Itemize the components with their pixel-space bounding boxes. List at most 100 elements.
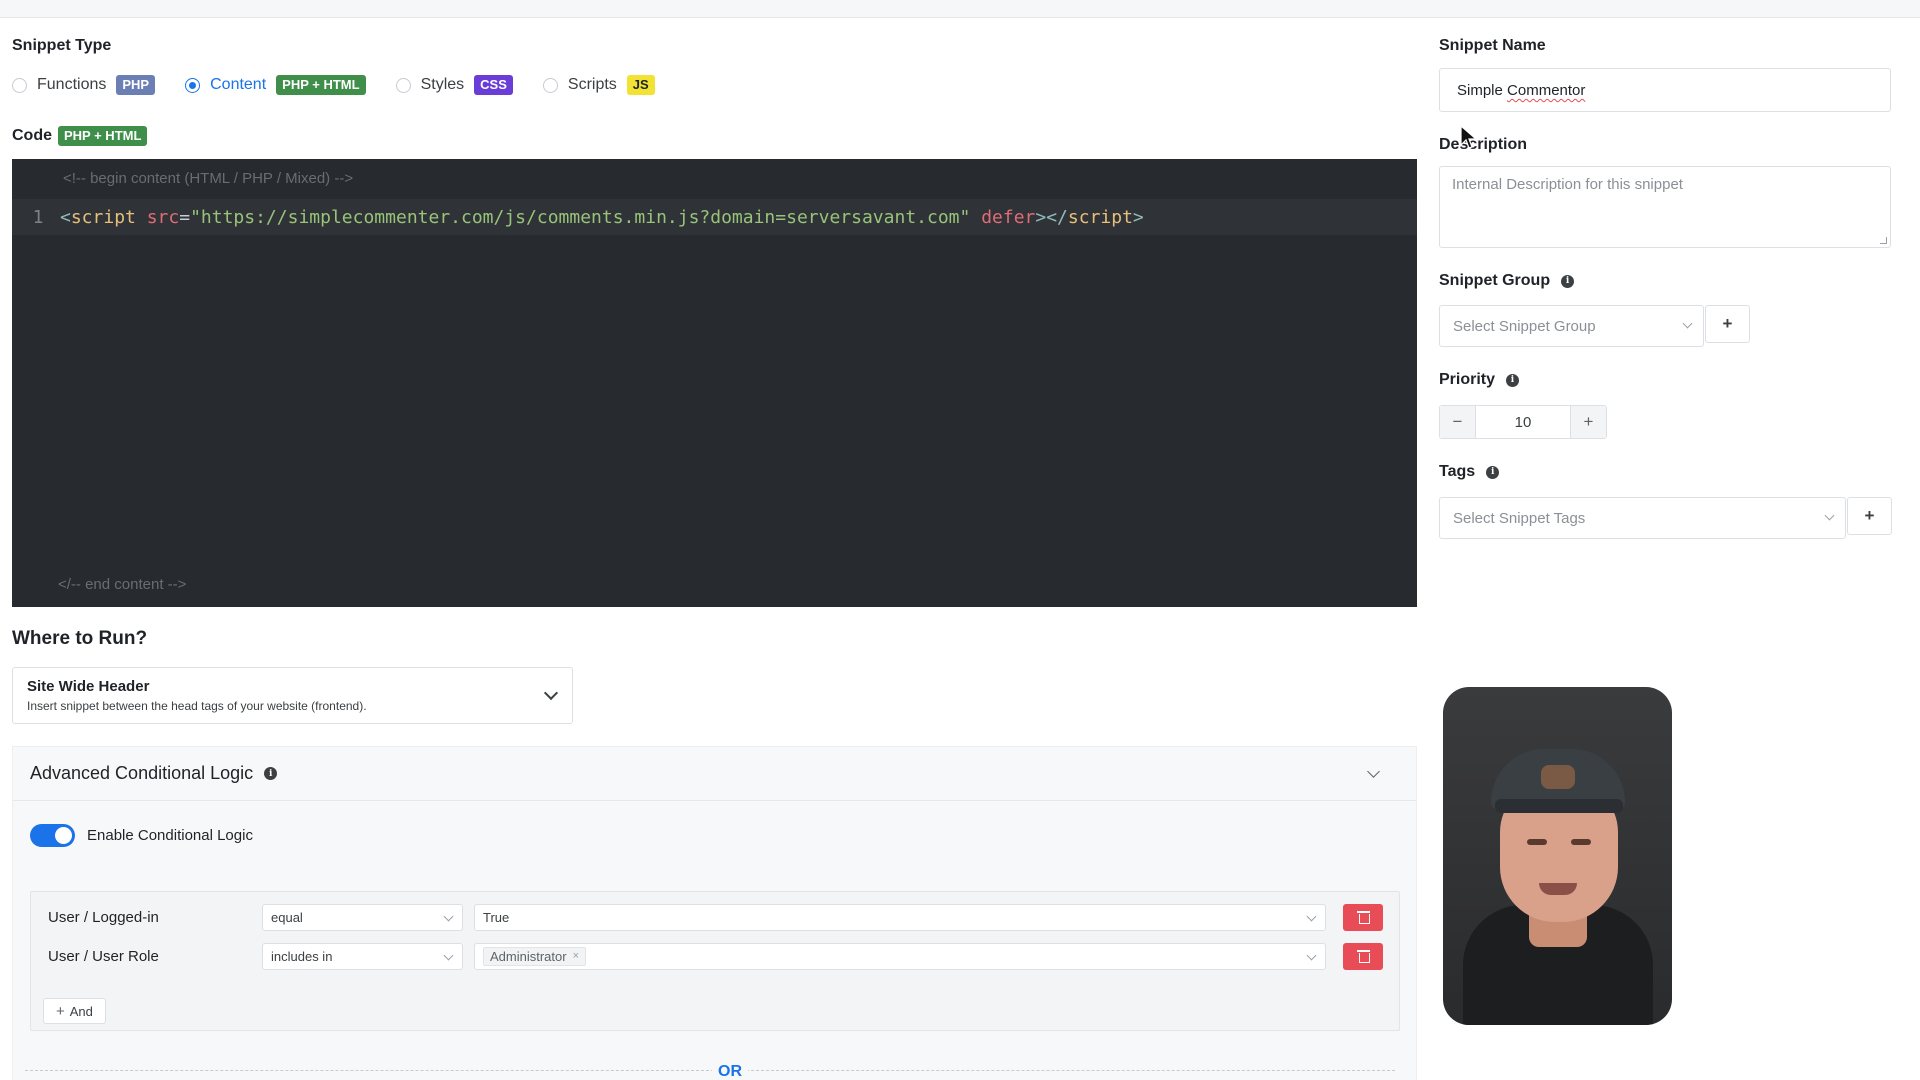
code-line: < script src="https://simplecommenter.com… xyxy=(60,207,1144,228)
tags-label: Tags i xyxy=(1439,463,1500,481)
snippet-name-label-text: Snippet Name xyxy=(1439,37,1546,54)
snippet-type-styles[interactable]: Styles CSS xyxy=(395,75,513,95)
presenter-eye xyxy=(1527,839,1547,845)
snippet-type-scripts[interactable]: Scripts JS xyxy=(542,75,655,95)
chevron-down-icon xyxy=(443,911,454,921)
role-chip-label: Administrator xyxy=(490,948,567,964)
editor-line-1[interactable]: 1 < script src="https://simplecommenter.c… xyxy=(12,199,1417,235)
tags-placeholder: Select Snippet Tags xyxy=(1453,510,1586,527)
rule-operator-select[interactable]: equal xyxy=(262,903,463,931)
delete-rule-button[interactable] xyxy=(1343,942,1383,970)
chevron-down-icon xyxy=(1306,950,1317,960)
chevron-down-icon[interactable] xyxy=(1367,765,1380,778)
trash-icon xyxy=(1356,911,1370,924)
snippet-name-input[interactable]: Simple Commentor xyxy=(1439,68,1891,112)
token-attr-defer: defer xyxy=(981,206,1036,228)
chevron-down-icon xyxy=(1824,510,1835,521)
chevron-down-icon xyxy=(1306,911,1317,921)
radio-functions[interactable] xyxy=(12,77,27,93)
snippet-type-options: Functions PHP Content PHP + HTML Styles … xyxy=(12,74,685,96)
snippet-group-select[interactable]: Select Snippet Group xyxy=(1439,305,1704,347)
presenter-mouth xyxy=(1539,883,1577,895)
cap-patch xyxy=(1541,765,1575,789)
rule-field: User / Logged-in xyxy=(48,908,159,926)
rule-value-select[interactable]: Administrator × xyxy=(474,942,1326,970)
rule-field: User / User Role xyxy=(48,947,159,965)
cursor-arrow-icon xyxy=(1460,124,1478,149)
snippet-name-value-second: Commentor xyxy=(1507,82,1586,99)
radio-styles[interactable] xyxy=(395,77,411,93)
snippet-type-label: Snippet Type xyxy=(12,37,112,54)
radio-label-content: Content xyxy=(210,76,267,93)
snippet-type-content[interactable]: Content PHP + HTML xyxy=(185,75,366,95)
conditional-logic-toggle[interactable] xyxy=(30,824,75,847)
resize-grip-icon[interactable] xyxy=(1880,237,1887,244)
code-badge: PHP + HTML xyxy=(58,126,148,146)
snippet-group-label: Snippet Group i xyxy=(1439,272,1575,290)
token-eq: = xyxy=(179,206,191,228)
plus-icon: + xyxy=(56,1002,65,1020)
token-src-value: "https://simplecommenter.com/js/comments… xyxy=(190,206,971,228)
chevron-down-icon xyxy=(443,950,454,960)
description-placeholder: Internal Description for this snippet xyxy=(1452,176,1683,193)
rules-group: User / Logged-in equal True User / User … xyxy=(30,891,1400,1031)
priority-label-text: Priority xyxy=(1439,371,1496,388)
advanced-logic-title: Advanced Conditional Logic xyxy=(30,763,254,783)
badge-php: PHP xyxy=(116,75,156,95)
code-editor[interactable]: <!-- begin content (HTML / PHP / Mixed) … xyxy=(12,159,1417,607)
description-label: Description xyxy=(1439,136,1527,154)
snippet-group-label-text: Snippet Group xyxy=(1439,272,1551,289)
token-close-tag: script xyxy=(1067,206,1133,228)
info-icon[interactable]: i xyxy=(264,767,278,780)
priority-value[interactable]: 10 xyxy=(1476,406,1570,438)
description-textarea[interactable]: Internal Description for this snippet xyxy=(1439,166,1891,248)
delete-rule-button[interactable] xyxy=(1343,903,1383,931)
and-label: And xyxy=(69,1003,93,1019)
line-number: 1 xyxy=(32,206,44,228)
or-label: OR xyxy=(712,1063,748,1080)
tags-select[interactable]: Select Snippet Tags xyxy=(1439,497,1846,539)
token-close-open: ></ xyxy=(1035,206,1068,228)
where-to-run-title: Where to Run? xyxy=(12,628,148,649)
token-open: < xyxy=(60,206,71,228)
add-snippet-group-button[interactable]: + xyxy=(1705,305,1750,343)
radio-content[interactable] xyxy=(185,77,201,93)
snippet-name-value-first: Simple xyxy=(1457,82,1503,99)
token-attr-src: src xyxy=(146,206,180,228)
rule-value-select[interactable]: True xyxy=(474,903,1326,931)
role-chip: Administrator × xyxy=(483,946,587,966)
info-icon[interactable]: i xyxy=(1486,465,1500,479)
badge-css: CSS xyxy=(474,75,513,95)
snippet-group-placeholder: Select Snippet Group xyxy=(1453,318,1596,335)
badge-js: JS xyxy=(626,75,655,95)
radio-label-scripts: Scripts xyxy=(567,76,617,93)
location-selected-desc: Insert snippet between the head tags of … xyxy=(27,699,367,713)
rule-row: User / User Role includes in Administrat… xyxy=(31,942,1399,970)
snippet-type-functions[interactable]: Functions PHP xyxy=(12,75,156,95)
close-icon[interactable]: × xyxy=(573,950,579,962)
priority-label: Priority i xyxy=(1439,371,1520,389)
info-icon[interactable]: i xyxy=(1561,274,1575,288)
chevron-down-icon xyxy=(1682,318,1693,329)
webcam-overlay xyxy=(1443,687,1672,1025)
trash-icon xyxy=(1356,950,1370,963)
editor-end-comment: </-- end content --> xyxy=(58,576,187,593)
add-tag-button[interactable]: + xyxy=(1847,497,1892,535)
rule-operator-value: includes in xyxy=(271,948,333,964)
toggle-label: Enable Conditional Logic xyxy=(87,827,253,844)
rule-operator-value: equal xyxy=(271,909,303,925)
advanced-logic-header[interactable]: Advanced Conditional Logic i xyxy=(13,747,1416,801)
rule-value: True xyxy=(483,909,510,925)
radio-label-functions: Functions xyxy=(37,76,107,93)
description-label-text: Description xyxy=(1439,136,1528,153)
info-icon[interactable]: i xyxy=(1506,373,1520,387)
rule-row: User / Logged-in equal True xyxy=(31,903,1399,931)
priority-increment-button[interactable]: + xyxy=(1570,406,1606,438)
radio-scripts[interactable] xyxy=(542,77,558,93)
badge-php-html: PHP + HTML xyxy=(276,75,366,95)
rule-operator-select[interactable]: includes in xyxy=(262,942,463,970)
priority-decrement-button[interactable]: − xyxy=(1440,406,1476,438)
conditional-logic-toggle-row: Enable Conditional Logic xyxy=(30,824,253,847)
add-and-rule-button[interactable]: + And xyxy=(43,998,106,1024)
location-select[interactable]: Site Wide Header Insert snippet between … xyxy=(12,667,573,724)
